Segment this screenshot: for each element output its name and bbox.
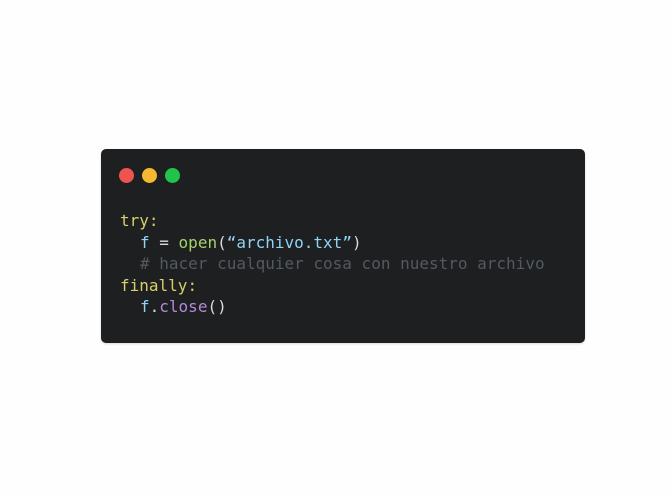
code-snippet-window: try: f = open(“archivo.txt”) # hacer cualq… bbox=[101, 149, 585, 343]
code-line-comment: # hacer cualquier cosa con nuestro archi… bbox=[120, 253, 545, 275]
window-controls bbox=[119, 168, 180, 183]
variable-f: f bbox=[140, 297, 150, 316]
code-line-finally: finally: bbox=[120, 275, 545, 297]
page-background: try: f = open(“archivo.txt”) # hacer cualq… bbox=[0, 0, 671, 495]
colon: : bbox=[148, 211, 159, 230]
close-paren: ) bbox=[351, 232, 362, 252]
call-parens: () bbox=[207, 297, 227, 316]
code-block: try: f = open(“archivo.txt”) # hacer cualq… bbox=[120, 210, 545, 318]
variable-f: f bbox=[140, 232, 150, 252]
code-line-close: f.close() bbox=[120, 296, 545, 318]
dot-operator: . bbox=[149, 297, 160, 316]
keyword-try: try bbox=[120, 211, 149, 230]
assign-operator: = bbox=[149, 232, 179, 252]
minimize-dot-icon bbox=[142, 168, 157, 183]
maximize-dot-icon bbox=[165, 168, 180, 183]
function-open: open bbox=[178, 232, 218, 252]
code-comment: # hacer cualquier cosa con nuestro archi… bbox=[140, 254, 545, 273]
open-paren: ( bbox=[217, 232, 227, 252]
colon: : bbox=[187, 275, 198, 295]
close-dot-icon bbox=[119, 168, 134, 183]
string-literal: “archivo.txt” bbox=[226, 232, 352, 252]
code-line-try: try: bbox=[120, 210, 545, 232]
code-line-open: f = open(“archivo.txt”) bbox=[120, 232, 545, 254]
keyword-finally: finally bbox=[120, 275, 188, 295]
method-close: close bbox=[159, 297, 208, 316]
